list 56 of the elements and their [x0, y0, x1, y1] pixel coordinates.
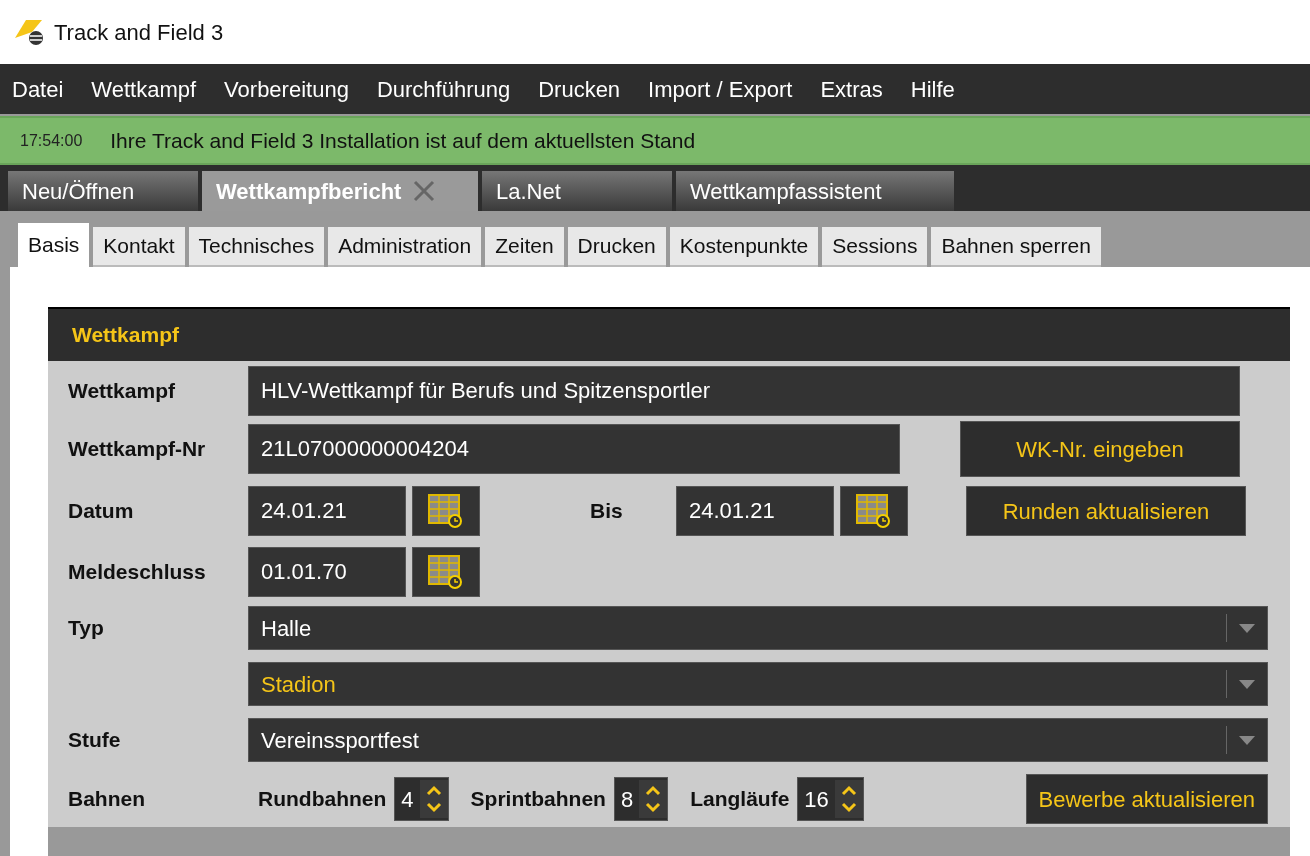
section-title: Wettkampf: [72, 322, 179, 349]
menu-item[interactable]: Hilfe: [910, 72, 955, 106]
calendar-button[interactable]: [412, 547, 480, 597]
status-time: 17:54:00: [20, 130, 83, 151]
field-label: Bahnen: [67, 786, 146, 813]
refresh-events-button[interactable]: Bewerbe aktualisieren: [1025, 774, 1268, 824]
document-tab[interactable]: La.Net: [482, 171, 672, 211]
sub-tab[interactable]: Kontakt: [93, 227, 185, 267]
field-label: Stufe: [67, 727, 122, 754]
window-title: Track and Field 3: [54, 18, 224, 47]
menu-item[interactable]: Durchführung: [376, 72, 511, 106]
status-message: Ihre Track and Field 3 Installation ist auf dem aktuellsten Stand: [110, 127, 696, 154]
field-label: Typ: [67, 615, 105, 642]
sub-tab[interactable]: Administration: [328, 227, 482, 267]
document-tab[interactable]: Neu/Öffnen: [8, 171, 198, 211]
up-down-arrows-icon: [834, 780, 863, 818]
sub-tab[interactable]: Drucken: [567, 227, 666, 267]
sub-tab[interactable]: Sessions: [822, 227, 928, 267]
sub-tab[interactable]: Bahnen sperren: [931, 227, 1101, 267]
up-down-arrows-icon: [419, 780, 448, 818]
menu-item[interactable]: Wettkampf: [91, 72, 197, 106]
sub-tab[interactable]: Zeiten: [485, 227, 564, 267]
text-field[interactable]: 24.01.21: [248, 486, 406, 536]
document-tab[interactable]: Wettkampfassistent: [676, 171, 954, 211]
dropdown[interactable]: Stadion: [248, 662, 1268, 706]
refresh-rounds-button[interactable]: Runden aktualisieren: [966, 486, 1246, 536]
spinner-label: Sprintbahnen: [470, 786, 606, 813]
menu-item[interactable]: Drucken: [538, 72, 621, 106]
field-label: Wettkampf: [67, 378, 176, 405]
text-field[interactable]: 24.01.21: [676, 486, 834, 536]
menu-item[interactable]: Datei: [12, 72, 64, 106]
app-logo-icon: [12, 18, 46, 46]
field-label: Bis: [590, 498, 624, 525]
calendar-button[interactable]: [840, 486, 908, 536]
dropdown[interactable]: Halle: [248, 606, 1268, 650]
up-down-arrows-icon: [639, 780, 668, 818]
spinner-label: Langläufe: [690, 786, 790, 813]
text-field[interactable]: HLV-Wettkampf für Berufs und Spitzensportler: [248, 366, 1240, 416]
number-spinner[interactable]: 8: [613, 777, 669, 821]
field-label: Wettkampf-Nr: [67, 436, 207, 463]
menu-item[interactable]: Vorbereitung: [224, 72, 349, 106]
menu-item[interactable]: Import / Export: [648, 72, 793, 106]
dropdown[interactable]: Vereinssportfest: [248, 718, 1268, 762]
wk-nr-button[interactable]: WK-Nr. eingeben: [960, 421, 1240, 477]
number-spinner[interactable]: 4: [394, 777, 449, 821]
text-field[interactable]: 21L07000000004204: [248, 424, 900, 474]
field-label: Datum: [67, 498, 135, 525]
menu-item[interactable]: Extras: [820, 72, 883, 106]
number-spinner[interactable]: 16: [797, 777, 864, 821]
calendar-button[interactable]: [412, 486, 480, 536]
field-label: Meldeschluss: [67, 559, 207, 586]
text-field[interactable]: 01.01.70: [248, 547, 406, 597]
spinner-label: Rundbahnen: [258, 786, 387, 813]
sub-tab[interactable]: Kostenpunkte: [669, 227, 819, 267]
sub-tab[interactable]: Technisches: [188, 227, 325, 267]
sub-tab[interactable]: Basis: [18, 223, 90, 267]
